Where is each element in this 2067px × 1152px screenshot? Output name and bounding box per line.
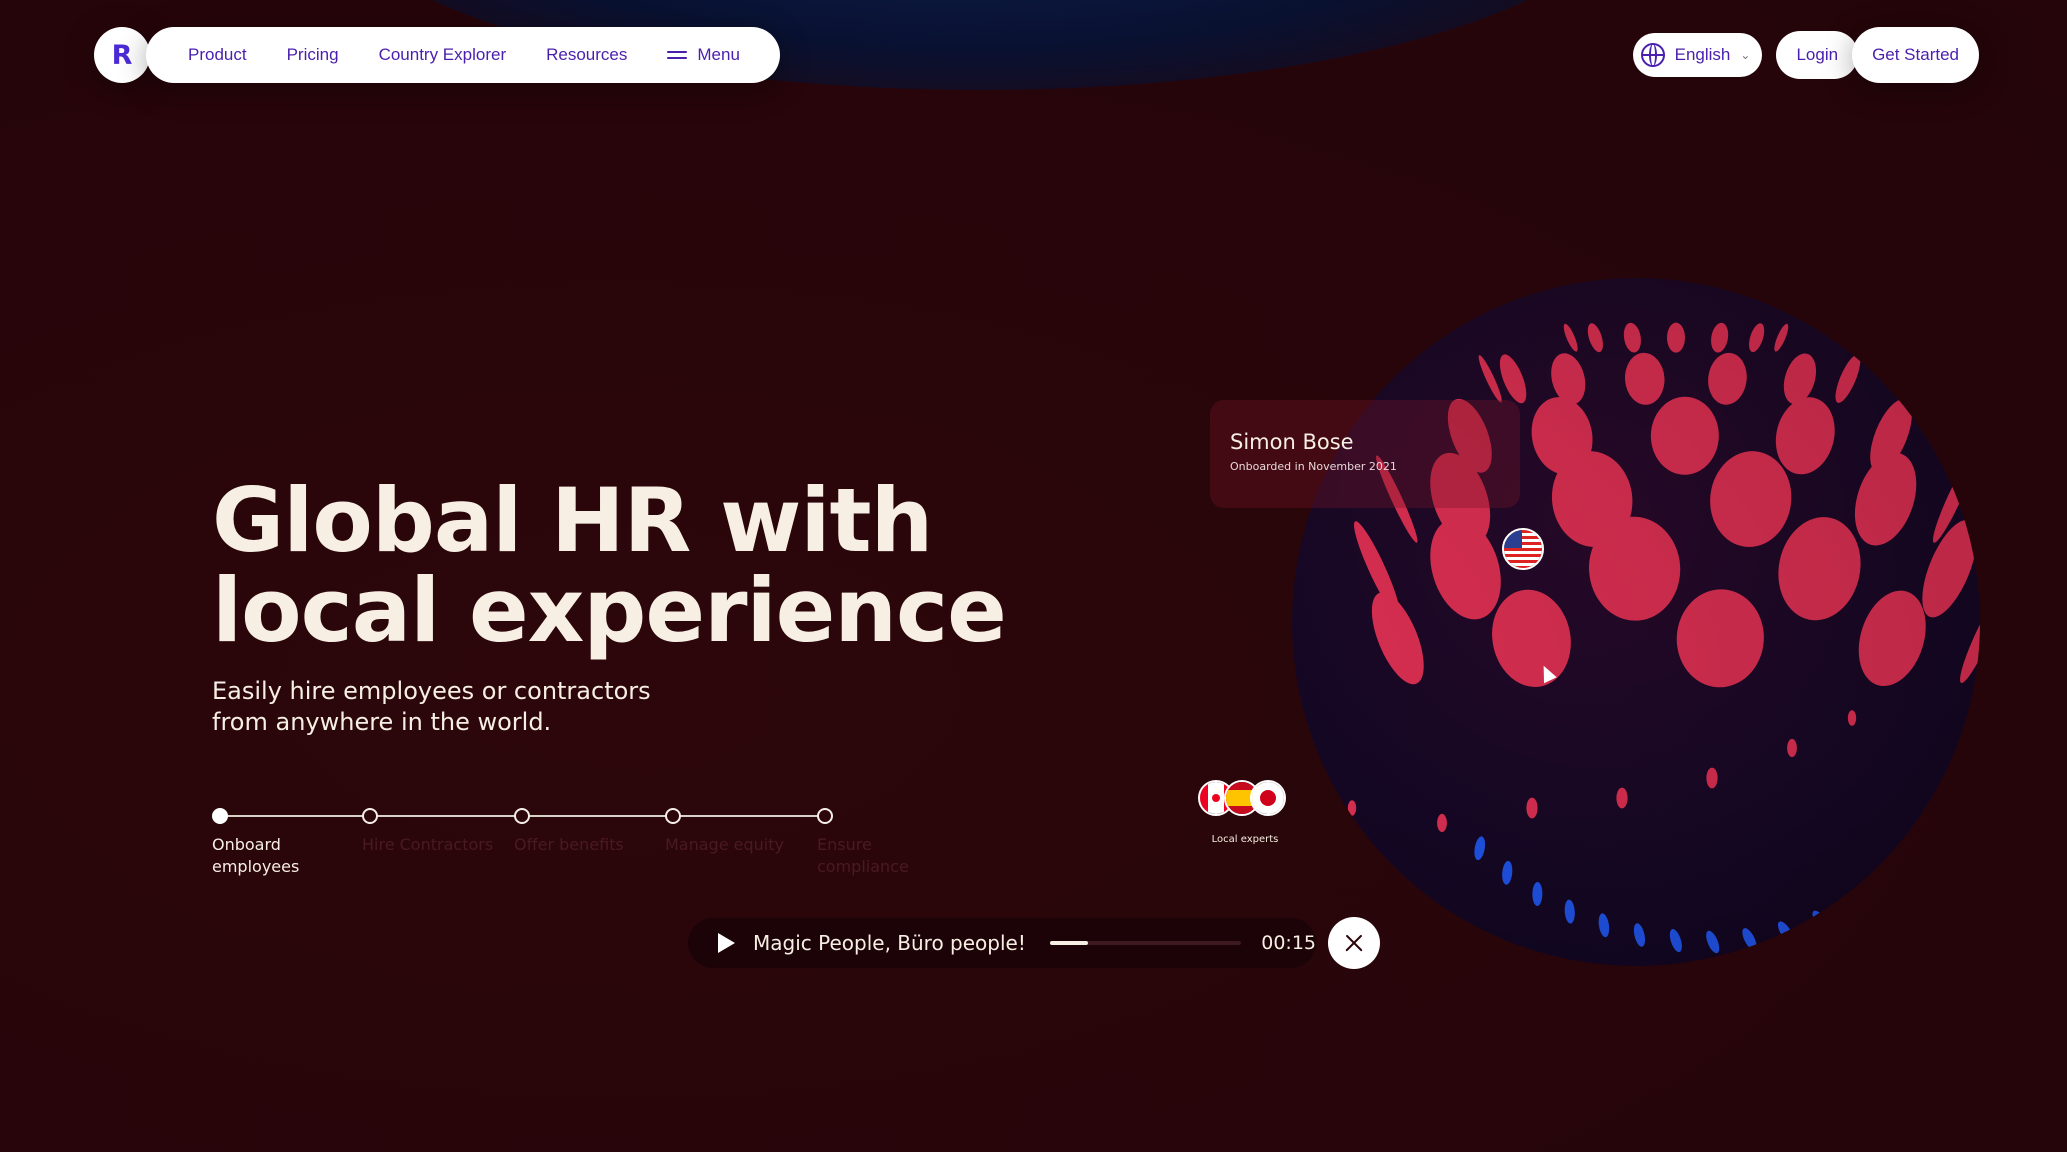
main-navigation: R Product Pricing Country Explorer Resou… — [94, 27, 780, 83]
auth-buttons: Login Get Started — [1776, 27, 1979, 83]
globe-petal-blue — [1669, 929, 1682, 953]
play-icon[interactable] — [718, 933, 735, 953]
globe-petal-blue — [1474, 836, 1486, 861]
globe-petal-blue — [1564, 899, 1575, 924]
globe-petal-blue — [1633, 923, 1646, 947]
nav-item-pricing[interactable]: Pricing — [267, 45, 359, 65]
globe-petal — [1960, 593, 1980, 683]
globe-petal-blue — [1777, 921, 1794, 943]
globe-petal-blue — [1598, 913, 1610, 938]
globe-petal — [1676, 589, 1764, 688]
nav-menu: Product Pricing Country Explorer Resourc… — [146, 27, 780, 83]
japan-flag-icon — [1250, 780, 1286, 816]
logo-button[interactable]: R — [94, 27, 150, 83]
language-selector[interactable]: English ⌄ — [1632, 33, 1763, 77]
globe-petal-small — [1847, 710, 1857, 726]
step-label: Onboard employees — [212, 835, 300, 876]
hamburger-icon — [667, 49, 688, 61]
globe-petal — [1854, 452, 1917, 546]
logo-mark: R — [111, 39, 133, 71]
step-label: Offer benefits — [514, 835, 624, 854]
globe-petal-blue — [1876, 877, 1896, 896]
nav-actions: English ⌄ Login Get Started — [1632, 27, 1979, 83]
globe-petal-blue — [1532, 881, 1543, 906]
track-title: Magic People, Büro people! — [753, 931, 1026, 955]
globe-petal-blue — [1905, 855, 1925, 873]
globe-petals — [1347, 322, 1980, 954]
globe-petal — [1835, 354, 1861, 403]
globe-petal-small — [1787, 738, 1797, 758]
audio-player: Magic People, Büro people! 00:15 — [688, 918, 1316, 968]
step-manage-equity[interactable]: Manage equity — [665, 806, 815, 856]
progress-bar[interactable] — [1049, 941, 1242, 945]
step-dot — [514, 808, 530, 824]
globe-petal-blue — [1845, 895, 1864, 916]
testimonial-name: Simon Bose — [1230, 430, 1354, 454]
feature-steps: Onboard employees Hire Contractors Offer… — [212, 806, 909, 886]
menu-label: Menu — [697, 45, 740, 64]
login-button[interactable]: Login — [1776, 31, 1859, 79]
us-flag-icon — [1502, 528, 1544, 570]
step-dot — [212, 808, 228, 824]
globe-petal-blue — [1812, 910, 1829, 931]
globe-petal — [1778, 517, 1861, 621]
hero-subtitle-line-2: from anywhere in the world. — [212, 708, 552, 736]
globe-petal-blue — [1954, 802, 1976, 818]
hero-title-line-2: local experience — [212, 559, 1007, 662]
globe-petal-blue — [1742, 928, 1757, 950]
step-dot — [817, 808, 833, 824]
globe-petal — [1749, 323, 1765, 353]
nav-item-country-explorer[interactable]: Country Explorer — [359, 45, 527, 65]
get-started-button[interactable]: Get Started — [1852, 27, 1979, 83]
nav-item-menu[interactable]: Menu — [647, 45, 760, 65]
local-experts-label: Local experts — [1211, 834, 1279, 845]
close-button[interactable] — [1328, 917, 1380, 969]
globe-petal-small — [1706, 767, 1718, 789]
step-dot — [665, 808, 681, 824]
globe-icon — [1640, 43, 1665, 67]
chevron-down-icon: ⌄ — [1740, 48, 1751, 62]
step-label: Ensure compliance — [817, 835, 909, 876]
globe-petal — [1667, 322, 1685, 353]
close-icon — [1345, 934, 1363, 952]
globe-petal-small — [1437, 813, 1447, 833]
language-label: English — [1674, 45, 1731, 64]
globe-graphic — [1292, 278, 1980, 966]
globe-petal — [1711, 322, 1729, 353]
hero-title-line-1: Global HR with — [212, 469, 933, 572]
nav-item-product[interactable]: Product — [168, 45, 267, 65]
globe-petal — [1563, 323, 1578, 352]
globe-petal-small — [1616, 787, 1628, 809]
globe-petal-small — [1347, 800, 1357, 816]
globe-petal — [1650, 396, 1719, 475]
local-experts-flags — [1198, 780, 1288, 820]
step-offer-benefits[interactable]: Offer benefits — [514, 806, 664, 856]
hero-title: Global HR with local experience — [212, 476, 1112, 656]
testimonial-onboarded: Onboarded in November 2021 — [1230, 460, 1397, 473]
nav-item-resources[interactable]: Resources — [526, 45, 647, 65]
globe-petal — [1624, 352, 1665, 405]
step-ensure-compliance[interactable]: Ensure compliance — [817, 806, 967, 878]
globe-petal — [1623, 322, 1641, 353]
globe-petal-blue — [1931, 830, 1952, 847]
hero-subtitle-line-1: Easily hire employees or contractors — [212, 677, 651, 705]
progress-fill — [1049, 941, 1089, 945]
step-dot — [362, 808, 378, 824]
testimonial-card — [1210, 400, 1520, 508]
globe-petal-blue — [1502, 860, 1513, 885]
hero-subtitle: Easily hire employees or contractors fro… — [212, 676, 732, 738]
globe-petal — [1587, 323, 1603, 353]
track-time: 00:15 — [1261, 932, 1316, 954]
globe-petal-blue — [1706, 930, 1720, 954]
globe-petal-small — [1526, 797, 1538, 819]
step-hire-contractors[interactable]: Hire Contractors — [362, 806, 512, 856]
globe-petal — [1708, 352, 1747, 405]
step-label: Hire Contractors — [362, 835, 494, 854]
step-onboard-employees[interactable]: Onboard employees — [212, 806, 362, 878]
globe-petal — [1774, 323, 1789, 352]
step-label: Manage equity — [665, 835, 784, 854]
